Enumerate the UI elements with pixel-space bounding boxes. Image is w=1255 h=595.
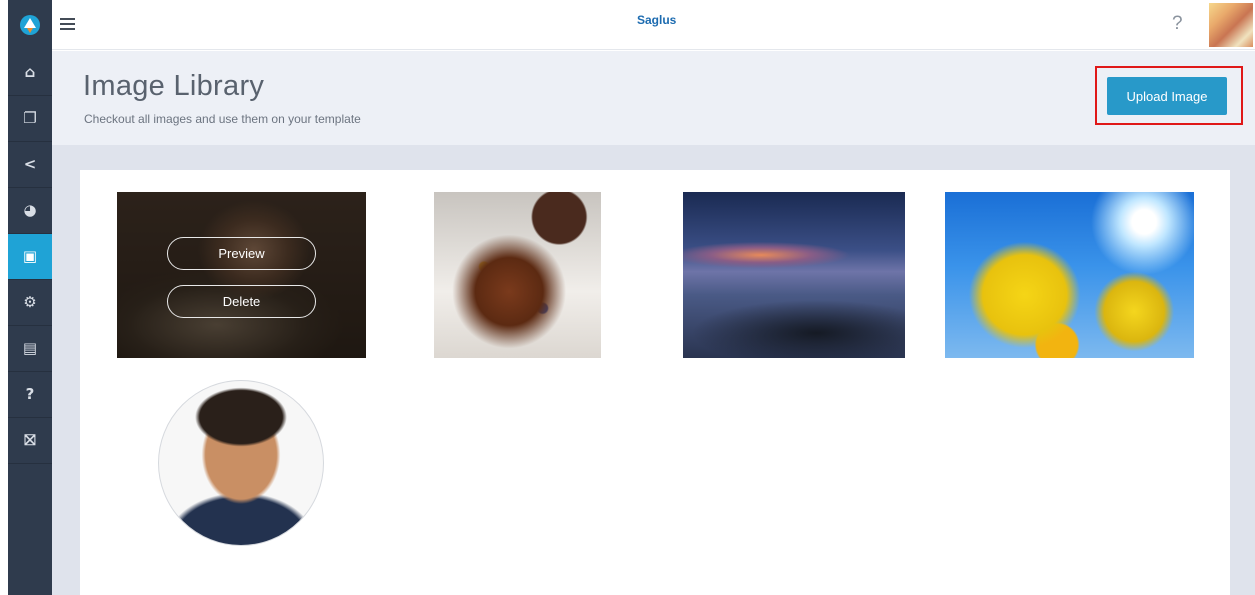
sidebar-item-templates[interactable]: ❐ bbox=[8, 96, 52, 142]
sidebar: ⌂ ❐ < ◕ ▣ ⚙ ▤ ? ⛝ bbox=[8, 0, 52, 595]
image-thumbnail-candy-cake[interactable] bbox=[434, 192, 601, 358]
delete-button[interactable]: Delete bbox=[167, 285, 316, 318]
page-header: Image Library Checkout all images and us… bbox=[52, 51, 1255, 145]
app-logo-icon[interactable] bbox=[8, 0, 52, 50]
brand-logo[interactable]: Saglus bbox=[637, 13, 676, 27]
sidebar-item-settings[interactable]: ⚙ bbox=[8, 280, 52, 326]
image-thumbnail-lemonade[interactable] bbox=[945, 192, 1194, 358]
image-thumbnail-dog[interactable]: Preview Delete bbox=[117, 192, 366, 358]
image-thumbnail-seascape[interactable] bbox=[683, 192, 905, 358]
top-bar: Saglus ? bbox=[52, 0, 1255, 50]
pie-chart-icon: ◕ bbox=[23, 201, 37, 219]
home-icon: ⌂ bbox=[24, 63, 36, 81]
sidebar-item-share[interactable]: < bbox=[8, 142, 52, 188]
avatar[interactable] bbox=[1209, 3, 1253, 47]
upload-highlight: Upload Image bbox=[1095, 66, 1243, 125]
preview-button[interactable]: Preview bbox=[167, 237, 316, 270]
page-title: Image Library bbox=[83, 70, 265, 102]
share-icon: < bbox=[23, 155, 37, 173]
app-root: ⌂ ❐ < ◕ ▣ ⚙ ▤ ? ⛝ Saglus ? Image Library… bbox=[0, 0, 1255, 595]
sidebar-item-reports[interactable]: ◕ bbox=[8, 188, 52, 234]
brand-name: Saglus bbox=[637, 13, 677, 27]
gift-icon: ⛝ bbox=[24, 431, 36, 449]
help-icon[interactable]: ? bbox=[1172, 13, 1183, 35]
question-icon: ? bbox=[25, 385, 35, 403]
thumbnail-hover-overlay bbox=[117, 192, 366, 358]
sidebar-item-home[interactable]: ⌂ bbox=[8, 50, 52, 96]
sidebar-item-help[interactable]: ? bbox=[8, 372, 52, 418]
receipt-icon: ▤ bbox=[22, 339, 38, 357]
copy-icon: ❐ bbox=[23, 109, 37, 127]
page-subtitle: Checkout all images and use them on your… bbox=[84, 112, 361, 126]
sidebar-item-image-library[interactable]: ▣ bbox=[8, 234, 52, 280]
menu-toggle-icon[interactable] bbox=[60, 18, 75, 30]
gear-icon: ⚙ bbox=[23, 293, 37, 311]
image-icon: ▣ bbox=[22, 247, 38, 265]
image-thumbnail-portrait[interactable] bbox=[158, 380, 324, 546]
upload-image-button[interactable]: Upload Image bbox=[1107, 77, 1227, 115]
sidebar-item-billing[interactable]: ▤ bbox=[8, 326, 52, 372]
sidebar-item-gifts[interactable]: ⛝ bbox=[8, 418, 52, 464]
